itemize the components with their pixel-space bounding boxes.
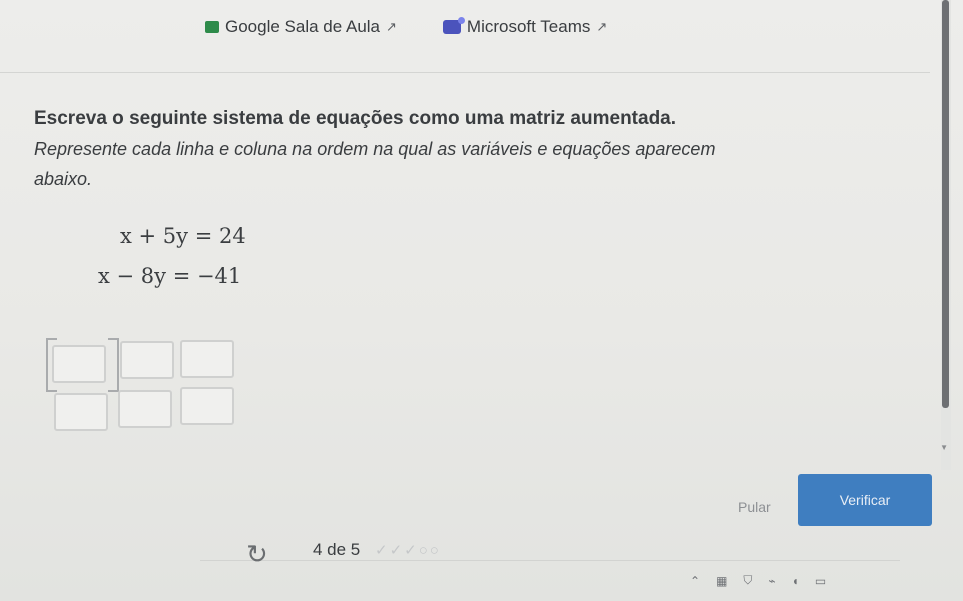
top-links-bar: Google Sala de Aula ↗ Microsoft Teams ↗ xyxy=(205,17,607,37)
microsoft-teams-icon xyxy=(442,17,465,34)
equation-1: x + 5y = 24 xyxy=(120,224,246,248)
external-link-icon: ↗ xyxy=(596,19,608,34)
matrix-cell-r1c3[interactable] xyxy=(180,340,234,378)
volume-icon[interactable]: ◖ xyxy=(792,574,799,588)
google-classroom-link[interactable]: Google Sala de Aula ↗ xyxy=(205,17,397,37)
refresh-icon[interactable]: ↻ xyxy=(246,539,268,570)
app-icon[interactable]: ▦ xyxy=(716,574,727,588)
augmented-matrix-input xyxy=(46,338,242,431)
scrollbar-thumb[interactable] xyxy=(942,0,949,408)
skip-button[interactable]: Pular xyxy=(738,499,771,515)
external-link-icon: ↗ xyxy=(386,19,397,34)
matrix-right-bracket xyxy=(108,338,119,392)
question-progress-text: 4 de 5 xyxy=(313,540,361,559)
system-tray: ⌃ ▦ ⛉ ⌁ ◖ ▭ xyxy=(690,560,963,601)
question-progress-marks: ✓✓✓○○ xyxy=(375,542,441,559)
matrix-cell-r2c3[interactable] xyxy=(180,387,234,425)
battery-icon[interactable]: ▭ xyxy=(815,574,826,588)
equation-2: x − 8y = −41 xyxy=(98,264,242,288)
problem-instruction: Represente cada linha e coluna na ordem … xyxy=(34,139,716,189)
matrix-cell-r1c1[interactable] xyxy=(52,345,106,383)
header-divider xyxy=(0,72,930,73)
matrix-cell-r2c1[interactable] xyxy=(54,393,108,431)
chevron-up-icon[interactable]: ⌃ xyxy=(690,574,700,588)
google-classroom-icon xyxy=(205,21,219,33)
network-icon[interactable]: ⌁ xyxy=(768,574,775,588)
microsoft-teams-label: Microsoft Teams xyxy=(466,17,591,36)
microsoft-teams-link[interactable]: Microsoft Teams ↗ xyxy=(442,17,608,37)
scroll-down-icon[interactable]: ▼ xyxy=(940,443,948,452)
problem-heading: Escreva o seguinte sistema de equações c… xyxy=(34,108,677,129)
matrix-cell-r2c2[interactable] xyxy=(118,390,172,428)
verify-button[interactable]: Verificar xyxy=(798,474,932,526)
shield-icon[interactable]: ⛉ xyxy=(743,573,752,588)
matrix-cell-r1c2[interactable] xyxy=(120,341,174,379)
google-classroom-label: Google Sala de Aula xyxy=(225,17,381,36)
